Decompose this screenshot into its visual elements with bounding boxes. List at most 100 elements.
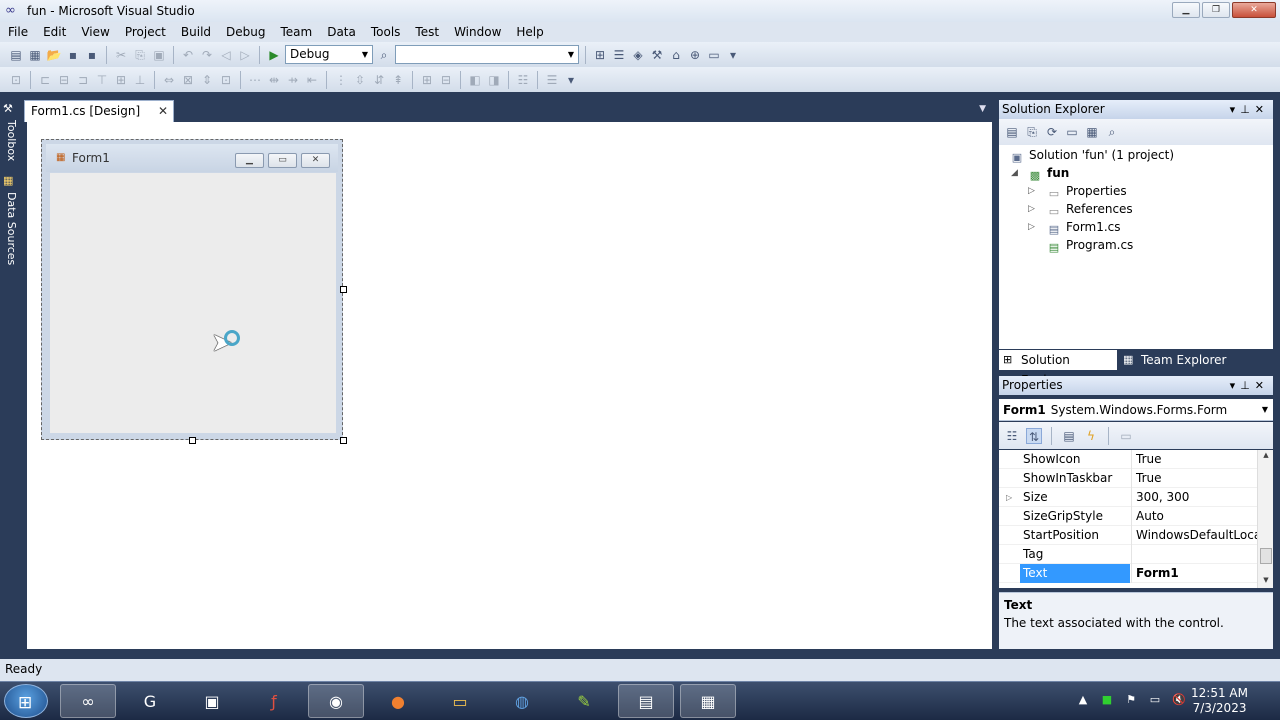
property-value[interactable]: True <box>1131 469 1257 488</box>
expand-arrow-icon[interactable]: ▷ <box>1028 222 1035 232</box>
taskbar-greenshot[interactable]: G <box>122 684 178 718</box>
properties-window-icon[interactable]: ☰ <box>611 47 627 63</box>
cut-icon[interactable]: ✂ <box>113 47 129 63</box>
property-row[interactable]: ShowIcon True <box>999 450 1257 469</box>
taskbar-globe[interactable]: ◍ <box>494 684 550 718</box>
add-item-icon[interactable]: ▦ <box>27 47 43 63</box>
close-button[interactable]: ✕ <box>1232 2 1276 18</box>
events-icon[interactable]: ϟ <box>1083 428 1099 444</box>
solution-configuration-select[interactable]: Debug ▼ <box>285 45 373 64</box>
tree-item-program[interactable]: ▤ Program.cs <box>1046 236 1134 254</box>
copy-icon[interactable]: ⎘ <box>132 47 148 63</box>
tab-team-explorer[interactable]: ▦ Team Explorer <box>1119 350 1239 370</box>
bring-to-front-icon[interactable]: ◧ <box>467 72 483 88</box>
property-row[interactable]: ShowInTaskbar True <box>999 469 1257 488</box>
property-row[interactable]: SizeGripStyle Auto <box>999 507 1257 526</box>
object-browser-icon[interactable]: ◈ <box>630 47 646 63</box>
align-middles-icon[interactable]: ⊞ <box>113 72 129 88</box>
vertical-spacing-decrease-icon[interactable]: ⇵ <box>371 72 387 88</box>
tab-form1-design[interactable]: Form1.cs [Design] ✕ <box>24 100 174 122</box>
find-in-files-icon[interactable]: ⌕ <box>376 47 392 63</box>
tab-order-icon[interactable]: ☷ <box>515 72 531 88</box>
categorized-icon[interactable]: ☷ <box>1004 428 1020 444</box>
properties-icon[interactable]: ▤ <box>1004 124 1020 140</box>
restore-button[interactable]: ❐ <box>1202 2 1230 18</box>
object-selector[interactable]: Form1 System.Windows.Forms.Form ▼ <box>999 399 1273 421</box>
network-tray-icon[interactable]: ▭ <box>1148 693 1162 707</box>
start-page-icon[interactable]: ⌂ <box>668 47 684 63</box>
property-value[interactable]: True <box>1131 450 1257 469</box>
menu-debug[interactable]: Debug <box>218 22 272 42</box>
panel-controls[interactable]: ▾⊥✕ <box>1230 376 1269 395</box>
close-tab-icon[interactable]: ✕ <box>158 101 168 121</box>
vertical-spacing-remove-icon[interactable]: ⇞ <box>390 72 406 88</box>
tree-item-references[interactable]: ▭ References <box>1046 200 1133 218</box>
vertical-spacing-equal-icon[interactable]: ⋮ <box>333 72 349 88</box>
extension-manager-icon[interactable]: ⊕ <box>687 47 703 63</box>
start-button[interactable]: ⊞ <box>4 684 48 718</box>
view-code-icon[interactable]: ▭ <box>1064 124 1080 140</box>
property-row[interactable]: Tag <box>999 545 1257 564</box>
taskbar-app-99[interactable]: ▣ <box>184 684 240 718</box>
data-sources-tab[interactable]: Data Sources <box>2 192 18 265</box>
property-grid-scrollbar[interactable]: ▲ ▼ <box>1257 450 1273 588</box>
property-row-selected[interactable]: Text Form1 <box>999 564 1257 583</box>
start-debugging-icon[interactable]: ▶ <box>266 47 282 63</box>
view-designer-icon[interactable]: ▦ <box>1084 124 1100 140</box>
horizontal-spacing-remove-icon[interactable]: ⇤ <box>304 72 320 88</box>
toolbar-options-icon[interactable]: ▾ <box>725 47 741 63</box>
resize-handle-bottom[interactable] <box>189 437 196 444</box>
menu-help[interactable]: Help <box>508 22 550 42</box>
new-project-icon[interactable]: ▤ <box>8 47 24 63</box>
menu-edit[interactable]: Edit <box>35 22 73 42</box>
save-icon[interactable]: ▪ <box>65 47 81 63</box>
property-value[interactable]: WindowsDefaultLocation <box>1131 526 1257 545</box>
form-preview[interactable]: ▦ Form1 ▁ ▭ ✕ <box>41 139 343 440</box>
find-combo[interactable]: ▼ <box>395 45 579 64</box>
expand-arrow-icon[interactable]: ▷ <box>1006 488 1012 507</box>
menu-data[interactable]: Data <box>319 22 363 42</box>
volume-muted-icon[interactable]: 🔇 <box>1172 693 1186 707</box>
property-value[interactable]: Form1 <box>1131 564 1257 583</box>
property-value[interactable]: 300, 300 <box>1131 488 1257 507</box>
make-same-height-icon[interactable]: ⇕ <box>199 72 215 88</box>
property-pages-icon[interactable]: ▭ <box>1118 428 1134 444</box>
refresh-icon[interactable]: ⟳ <box>1044 124 1060 140</box>
make-same-width-icon[interactable]: ⇔ <box>161 72 177 88</box>
show-all-files-icon[interactable]: ⎘ <box>1024 124 1040 140</box>
paste-icon[interactable]: ▣ <box>151 47 167 63</box>
taskbar-visual-studio[interactable]: ∞ <box>60 684 116 718</box>
command-window-icon[interactable]: ▭ <box>706 47 722 63</box>
scroll-up-icon[interactable]: ▲ <box>1258 451 1274 459</box>
collapse-arrow-icon[interactable]: ◢ <box>1011 168 1018 178</box>
expand-arrow-icon[interactable]: ▷ <box>1028 204 1035 214</box>
menu-view[interactable]: View <box>73 22 116 42</box>
send-to-back-icon[interactable]: ◨ <box>486 72 502 88</box>
toolbox-tab[interactable]: Toolbox <box>2 120 18 161</box>
alphabetical-icon[interactable]: ⇅ <box>1026 427 1042 444</box>
tab-solution-explorer[interactable]: ⊞Solution Explorer <box>999 350 1117 387</box>
clock[interactable]: 12:51 AM 7/3/2023 <box>1191 686 1248 716</box>
vertical-spacing-increase-icon[interactable]: ⇳ <box>352 72 368 88</box>
taskbar-firefox[interactable]: ● <box>370 684 426 718</box>
menu-window[interactable]: Window <box>446 22 508 42</box>
tree-item-properties[interactable]: ▭ Properties <box>1046 182 1127 200</box>
taskbar-chrome[interactable]: ◉ <box>308 684 364 718</box>
property-row[interactable]: StartPosition WindowsDefaultLocation <box>999 526 1257 545</box>
active-files-dropdown-icon[interactable]: ▼ <box>979 104 986 114</box>
taskbar-app-green[interactable]: ✎ <box>556 684 612 718</box>
navigate-backward-icon[interactable]: ◁ <box>218 47 234 63</box>
resize-handle-bottom-right[interactable] <box>340 437 347 444</box>
undo-icon[interactable]: ↶ <box>180 47 196 63</box>
action-center-flag-icon[interactable]: ⚑ <box>1124 693 1138 707</box>
property-value[interactable] <box>1131 545 1257 564</box>
resize-handle-right[interactable] <box>340 286 347 293</box>
menu-build[interactable]: Build <box>173 22 218 42</box>
menu-test[interactable]: Test <box>407 22 446 42</box>
taskbar-file-explorer[interactable]: ▭ <box>432 684 488 718</box>
minimize-button[interactable]: ▁ <box>1172 2 1200 18</box>
horizontal-spacing-increase-icon[interactable]: ⇹ <box>266 72 282 88</box>
horizontal-spacing-decrease-icon[interactable]: ⇸ <box>285 72 301 88</box>
redo-icon[interactable]: ↷ <box>199 47 215 63</box>
align-bottoms-icon[interactable]: ⊥ <box>132 72 148 88</box>
